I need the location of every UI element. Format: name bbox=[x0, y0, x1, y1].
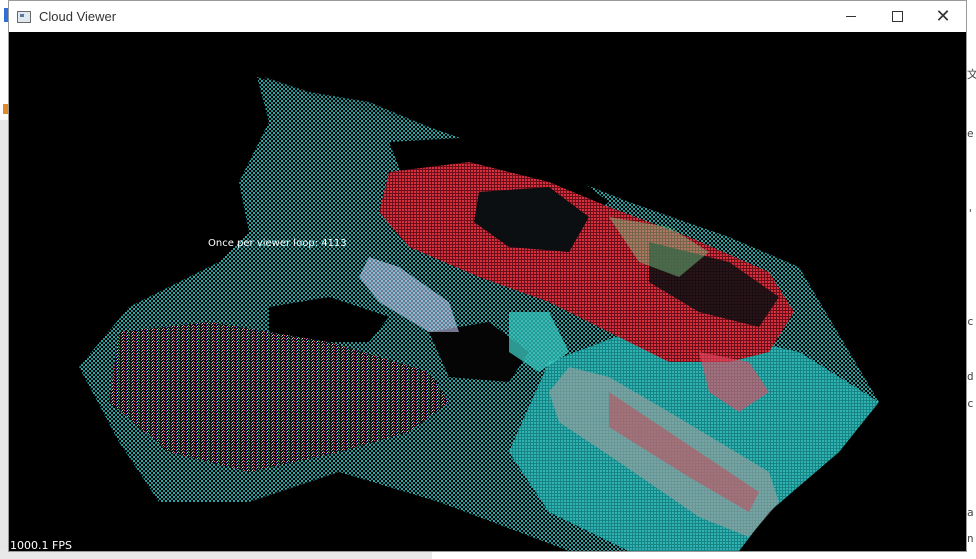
background-sidebar bbox=[0, 120, 8, 559]
maximize-button[interactable] bbox=[874, 1, 920, 32]
background-glyph: n bbox=[967, 532, 974, 545]
cloud-viewer-window: Cloud Viewer ✕ Once per viewer loop: 411… bbox=[8, 0, 967, 552]
point-cloud-viewport[interactable]: Once per viewer loop: 4113 1000.1 FPS bbox=[9, 32, 966, 551]
title-bar[interactable]: Cloud Viewer ✕ bbox=[9, 1, 966, 32]
close-button[interactable]: ✕ bbox=[920, 1, 966, 32]
window-controls: ✕ bbox=[828, 1, 966, 32]
app-icon bbox=[17, 10, 31, 23]
background-glyph: c bbox=[967, 397, 974, 410]
minimize-button[interactable] bbox=[828, 1, 874, 32]
background-glyph: c bbox=[967, 315, 974, 328]
background-glyph: 文 bbox=[967, 68, 976, 81]
background-glyph: e bbox=[967, 127, 974, 140]
close-icon: ✕ bbox=[935, 6, 951, 27]
fps-counter: 1000.1 FPS bbox=[10, 539, 72, 551]
point-cloud-render bbox=[79, 77, 879, 551]
background-glyph: a bbox=[967, 506, 974, 519]
background-glyph: ' bbox=[967, 207, 974, 220]
window-title: Cloud Viewer bbox=[39, 9, 117, 24]
background-glyph: d bbox=[967, 370, 974, 383]
viewer-loop-counter: Once per viewer loop: 4113 bbox=[208, 238, 347, 249]
